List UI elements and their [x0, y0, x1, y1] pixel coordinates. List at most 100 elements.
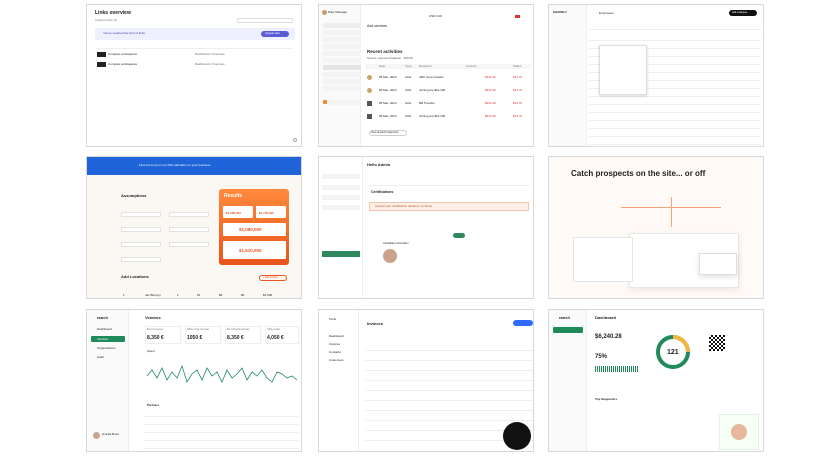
- stat-label: Office sales: [267, 328, 281, 331]
- location-value: Jan Berwyn: [145, 293, 161, 297]
- row-date: 05 Mar, 2024: [379, 101, 397, 105]
- settings-icon[interactable]: [293, 138, 297, 142]
- sidebar-item-active[interactable]: [323, 65, 361, 70]
- bank-icon: [367, 101, 372, 106]
- sidebar-item[interactable]: [323, 37, 361, 42]
- table-row[interactable]: Compare workspaces Dashboard / Overview: [95, 61, 295, 69]
- thumbnail: [97, 62, 106, 67]
- sidebar-item[interactable]: [322, 205, 360, 210]
- view-all-label: View all activity statements: [371, 131, 399, 134]
- input-field[interactable]: [169, 242, 209, 247]
- tile-roi-calculator: Find out more on our ROI calculator on y…: [86, 156, 302, 299]
- col-recipient: Recipient: [419, 64, 432, 68]
- create-invoice-button[interactable]: [513, 320, 533, 326]
- sidebar-item[interactable]: [322, 185, 360, 190]
- sidebar-item[interactable]: Organizations: [97, 347, 116, 350]
- sidebar-item[interactable]: Customers: [329, 359, 344, 362]
- qr-code: [709, 335, 725, 351]
- sidebar-item[interactable]: [323, 51, 361, 56]
- tile-links-overview: Links overview Inspired links (3) You've…: [86, 4, 302, 147]
- filter-control[interactable]: [237, 18, 293, 23]
- sidebar-item[interactable]: [323, 23, 361, 28]
- recent-subtitle: Source: payment balance · 000.00: [367, 56, 413, 60]
- row-type: ACH: [405, 75, 412, 79]
- table-row[interactable]: 05 Mar, 2024 ACH Bill Transfer $432.29 $…: [365, 98, 531, 110]
- sidebar-item-active[interactable]: [553, 327, 583, 333]
- sidebar-item[interactable]: [323, 86, 361, 91]
- add-employee-label: Add employee: [732, 10, 748, 14]
- sidebar-item[interactable]: [322, 174, 360, 179]
- page-title: Links overview: [95, 10, 131, 16]
- col-type: Type: [405, 64, 412, 68]
- table-row[interactable]: 05 Mar, 2024 ACH ABC store transfer $432…: [365, 72, 531, 84]
- page-title: Employees: [599, 11, 614, 15]
- sidebar-item[interactable]: [323, 58, 361, 63]
- context-menu[interactable]: [599, 45, 647, 95]
- sidebar-item[interactable]: [323, 72, 361, 77]
- row-amount: $432.29: [485, 75, 496, 79]
- input-field[interactable]: [121, 242, 161, 247]
- table-row[interactable]: 05 Mar, 2024 ACH Joining fee $12,400 $43…: [365, 111, 531, 123]
- row-status: $44.70: [513, 75, 523, 79]
- sidebar-item[interactable]: [323, 30, 361, 35]
- results-title: Results: [224, 193, 243, 199]
- profile-title: Candidate Information: [383, 242, 409, 245]
- stat-value: 4,050 €: [267, 335, 284, 341]
- input-field[interactable]: [121, 212, 161, 217]
- section-title: Certifications: [371, 190, 394, 194]
- headline: Catch prospects on the site... or off: [571, 169, 706, 178]
- sidebar-item-active[interactable]: Vendors: [97, 337, 108, 341]
- row-amount: $432.29: [485, 88, 496, 92]
- page-title: Vendors: [145, 315, 161, 320]
- row-recipient: Bill Transfer: [419, 101, 435, 105]
- user-name[interactable]: Riley Manager: [328, 11, 347, 14]
- result-value: $1,380,000: [226, 211, 242, 215]
- result-value-total: $1,510,000: [239, 248, 262, 253]
- location-value: $1,500: [263, 293, 273, 297]
- popup-card: [699, 253, 737, 275]
- sidebar-item[interactable]: Contacts: [329, 351, 341, 354]
- input-field[interactable]: [169, 212, 209, 217]
- table-row[interactable]: 05 Mar, 2024 ACH Joining fee $12,400 $43…: [365, 85, 531, 97]
- row-amount: $432.29: [485, 101, 496, 105]
- user-name[interactable]: Amanda Brown: [102, 433, 119, 437]
- table-header: [365, 64, 531, 69]
- stat-label: Recurring Expenses: [227, 328, 250, 331]
- sidebar-item[interactable]: Dashboard: [329, 335, 344, 338]
- sidebar-item[interactable]: Dashboard: [97, 328, 112, 331]
- sidebar-item-active[interactable]: [322, 251, 360, 257]
- input-field[interactable]: [169, 227, 209, 232]
- tile-catch-prospects: Catch prospects on the site... or off: [548, 156, 764, 299]
- partners-table: [145, 410, 299, 450]
- avatar: [322, 10, 327, 15]
- row-type: ACH: [405, 101, 412, 105]
- sidebar-item[interactable]: Audit: [97, 356, 104, 359]
- sidebar-item[interactable]: [322, 195, 360, 200]
- toolbar: [589, 25, 761, 30]
- row-amount: $432.29: [485, 114, 496, 118]
- tile-employees: SHARELY Employees Add employee: [548, 4, 764, 147]
- sidebar-item[interactable]: [323, 79, 361, 84]
- tile-dashboard: ranch Dashboard $6,240.28 75% 121 Top Su…: [548, 309, 764, 452]
- chart-label: Spent: [147, 349, 155, 353]
- input-field[interactable]: [121, 257, 161, 262]
- section-title: Top Supporters: [595, 397, 618, 401]
- row-recipient: Joining fee $12,400: [419, 114, 446, 118]
- tile-invoices: Tools Dashboard Invoices Contacts Custom…: [318, 309, 534, 452]
- table-row[interactable]: Compare workspaces Dashboard / Overview: [95, 51, 295, 59]
- input-field[interactable]: [121, 227, 161, 232]
- banner-text: You've reached the limit of links.: [103, 31, 146, 35]
- sidebar-item[interactable]: Invoices: [329, 343, 340, 346]
- upgrade-button-label: Upgrade plan: [265, 31, 281, 35]
- row-status: $44.70: [513, 101, 523, 105]
- sidebar-item[interactable]: [323, 44, 361, 49]
- currency-label: USD 0.00: [429, 14, 443, 18]
- upload-button[interactable]: [453, 233, 465, 238]
- row-date: 05 Mar, 2024: [379, 75, 397, 79]
- result-value-main: $1,080,000: [239, 227, 262, 232]
- sidebar-item[interactable]: [323, 100, 361, 105]
- row-name: Compare workspaces: [108, 62, 138, 66]
- row-icon: [367, 88, 372, 93]
- add-location-label: + Add location: [263, 275, 279, 279]
- table-title: Partners: [147, 403, 160, 407]
